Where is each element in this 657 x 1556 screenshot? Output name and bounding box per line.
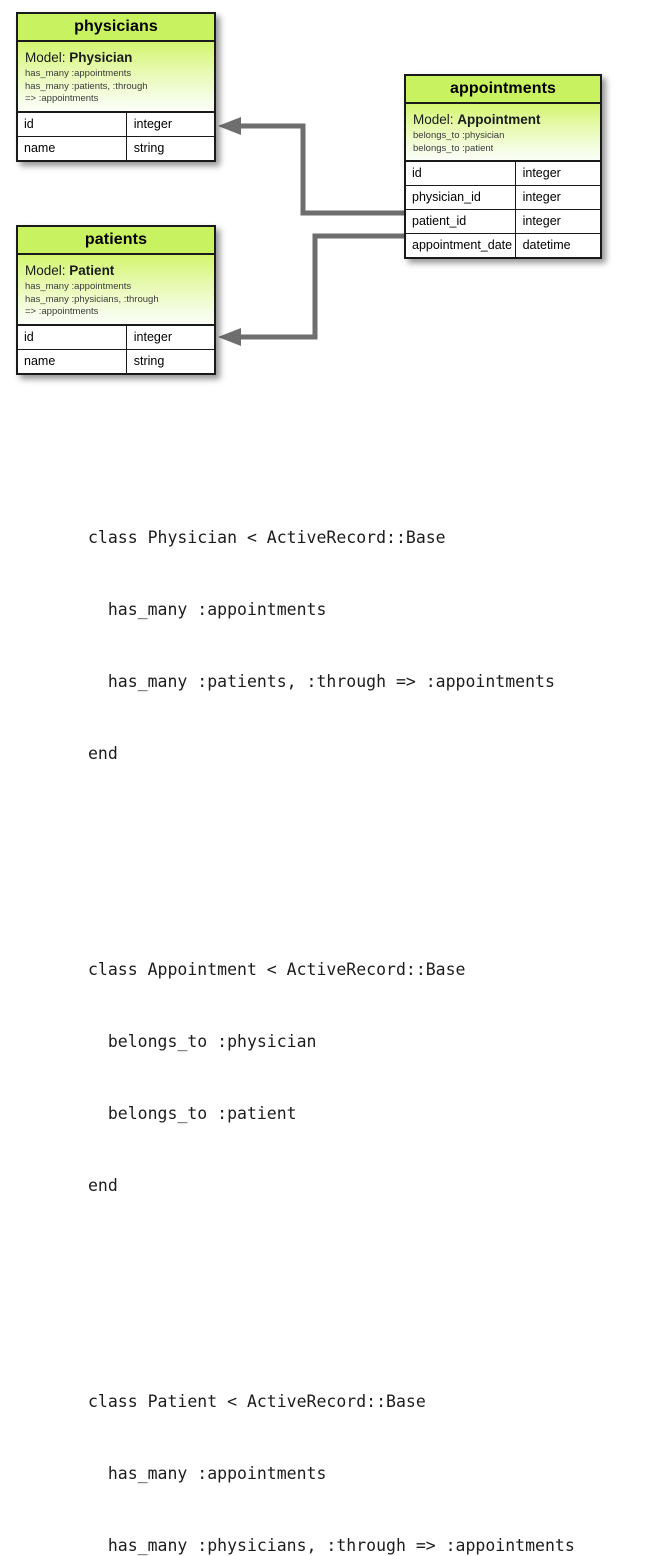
field-type: datetime	[522, 238, 571, 252]
association-line: belongs_to :patient	[413, 142, 494, 154]
code-block-physician-class: class Physician < ActiveRecord::Base has…	[88, 478, 648, 814]
table-row: id integer	[406, 162, 600, 186]
table-row: appointment_date datetime	[406, 234, 600, 257]
entity-appointments-model: Model: Appointment belongs_to :physician…	[406, 104, 600, 162]
code-line: has_many :appointments	[88, 600, 327, 619]
entity-appointments-title: appointments	[406, 76, 600, 104]
field-name: name	[18, 349, 127, 373]
model-name: Patient	[69, 263, 115, 278]
model-line: Model: Physician	[25, 49, 207, 66]
code-line: class Appointment < ActiveRecord::Base	[88, 960, 466, 979]
code-line: class Physician < ActiveRecord::Base	[88, 528, 446, 547]
association-line: has_many :appointments	[25, 68, 132, 79]
er-diagram: physicians Model: Physician has_many :ap…	[0, 0, 657, 400]
arrowhead-to-physicians	[218, 117, 241, 135]
association-line: => :appointments	[25, 93, 99, 104]
association-line: has_many :appointments	[25, 281, 132, 292]
field-name: id	[18, 112, 127, 136]
association-line: has_many :patients, :through	[25, 80, 148, 92]
table-row: id integer	[18, 112, 214, 137]
relation-patient-fk	[218, 233, 404, 346]
code-line: has_many :appointments	[88, 1464, 327, 1483]
code-listing: class Physician < ActiveRecord::Base has…	[88, 406, 648, 1556]
field-type: integer	[133, 329, 172, 344]
code-block-appointment-class: class Appointment < ActiveRecord::Base b…	[88, 910, 648, 1246]
code-line: class Patient < ActiveRecord::Base	[88, 1392, 426, 1411]
field-name: name	[18, 136, 127, 160]
model-line: Model: Patient	[25, 262, 207, 279]
entity-patients[interactable]: patients Model: Patient has_many :appoin…	[16, 225, 216, 375]
association-line: belongs_to :physician	[413, 130, 505, 141]
model-label: Model:	[25, 50, 66, 65]
arrowhead-to-patients	[218, 328, 241, 346]
table-row: patient_id integer	[406, 210, 600, 234]
code-line: end	[88, 1176, 118, 1195]
entity-patients-model: Model: Patient has_many :appointments ha…	[18, 255, 214, 326]
table-row: id integer	[18, 325, 214, 350]
entity-physicians-title: physicians	[18, 14, 214, 42]
code-line: has_many :patients, :through => :appoint…	[88, 672, 555, 691]
table-row: name string	[18, 349, 214, 373]
field-type: integer	[133, 116, 172, 131]
field-name: id	[18, 325, 127, 349]
code-line: belongs_to :physician	[88, 1032, 317, 1051]
relation-physician-fk	[218, 117, 404, 216]
model-label: Model:	[413, 112, 454, 127]
table-row: name string	[18, 136, 214, 160]
code-line: belongs_to :patient	[88, 1104, 297, 1123]
entity-patients-title: patients	[18, 227, 214, 255]
entity-physicians-model: Model: Physician has_many :appointments …	[18, 42, 214, 113]
model-label: Model:	[25, 263, 66, 278]
entity-physicians[interactable]: physicians Model: Physician has_many :ap…	[16, 12, 216, 162]
association-line: has_many :physicians, :through	[25, 293, 159, 305]
field-type: integer	[522, 190, 561, 204]
model-line: Model: Appointment	[413, 111, 593, 128]
field-name: physician_id	[406, 186, 516, 209]
field-name: patient_id	[406, 210, 516, 233]
code-block-patient-class: class Patient < ActiveRecord::Base has_m…	[88, 1342, 648, 1556]
field-type: string	[133, 353, 165, 368]
field-type: integer	[522, 214, 561, 228]
table-row: physician_id integer	[406, 186, 600, 210]
field-type: integer	[522, 166, 561, 180]
code-line: has_many :physicians, :through => :appoi…	[88, 1536, 575, 1555]
model-name: Physician	[69, 50, 133, 65]
field-name: id	[406, 162, 516, 185]
model-name: Appointment	[457, 112, 541, 127]
association-line: => :appointments	[25, 306, 99, 317]
entity-appointments[interactable]: appointments Model: Appointment belongs_…	[404, 74, 602, 259]
field-type: string	[133, 140, 165, 155]
field-name: appointment_date	[406, 234, 516, 257]
code-line: end	[88, 744, 118, 763]
